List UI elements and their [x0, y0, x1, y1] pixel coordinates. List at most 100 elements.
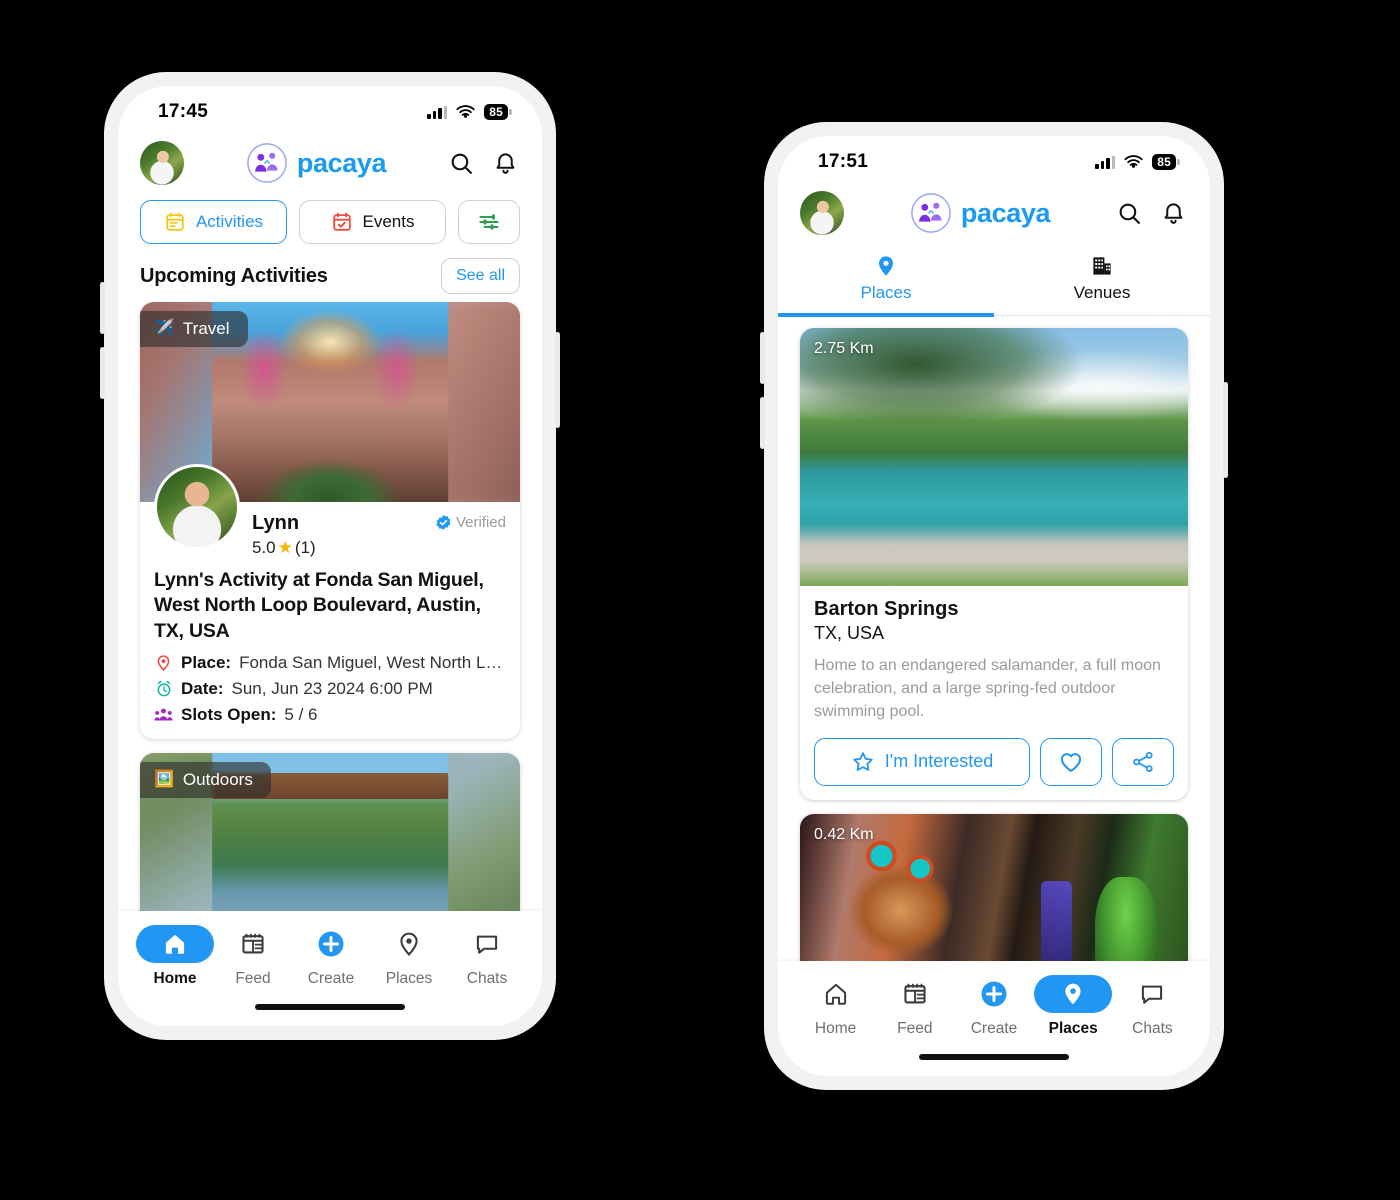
- nav-item-create[interactable]: Create: [292, 925, 370, 988]
- home-indicator[interactable]: [919, 1054, 1069, 1060]
- activity-category-label: Outdoors: [182, 770, 253, 790]
- activity-feed[interactable]: ✈️ Travel Lynn 5.0 ★ (1) Verified Lynn's…: [118, 302, 542, 911]
- chat-bubble-icon: [448, 925, 526, 963]
- activity-category-label: Travel: [182, 319, 230, 338]
- creature-shape: [1094, 876, 1157, 961]
- status-time: 17:45: [158, 101, 209, 122]
- activity-card[interactable]: ✈️ Travel Lynn 5.0 ★ (1) Verified Lynn's…: [140, 302, 520, 740]
- place-name: Barton Springs: [814, 598, 959, 620]
- rating-value: 5.0: [252, 538, 276, 557]
- picture-icon: 🖼️: [154, 771, 174, 789]
- places-feed[interactable]: 2.75 Km Barton Springs TX, USA Home to a…: [778, 316, 1210, 961]
- tab-places[interactable]: Places: [778, 244, 994, 315]
- brand-logo: pacaya: [854, 192, 1106, 234]
- home-indicator[interactable]: [255, 1004, 405, 1010]
- status-time: 17:51: [818, 151, 869, 172]
- bell-icon[interactable]: [492, 150, 518, 176]
- avatar[interactable]: [800, 191, 844, 235]
- cellular-signal-icon: [1095, 155, 1116, 169]
- star-outline-icon: [853, 751, 873, 771]
- phone-right-screen: 17:51 85 pacaya Places Venues 2.75 Km Ba…: [778, 136, 1210, 1076]
- place-distance-badge: 0.42 Km: [814, 825, 874, 843]
- nav-item-chats[interactable]: Chats: [1113, 975, 1192, 1038]
- brand-logo: pacaya: [194, 142, 438, 184]
- map-pin-icon: [879, 256, 893, 276]
- pacaya-logo-icon: [911, 193, 951, 233]
- nav-label-feed: Feed: [235, 970, 271, 987]
- activity-date-label: Date:: [181, 679, 224, 699]
- section-header: Upcoming Activities See all: [118, 252, 542, 302]
- nav-item-create[interactable]: Create: [954, 975, 1033, 1038]
- activity-date-row: Date: Sun, Jun 23 2024 6:00 PM: [154, 679, 506, 699]
- share-button[interactable]: [1112, 737, 1174, 786]
- activity-category-badge: 🖼️ Outdoors: [140, 762, 271, 799]
- nav-item-feed[interactable]: Feed: [214, 925, 292, 988]
- nav-item-chats[interactable]: Chats: [448, 925, 526, 988]
- page-title: Upcoming Activities: [140, 264, 328, 287]
- power-button[interactable]: [555, 332, 560, 428]
- filter-events-label: Events: [362, 212, 415, 231]
- activity-card[interactable]: 🖼️ Outdoors: [140, 753, 520, 911]
- phone-left: 17:45 85 pacaya Activities Events Upcomi…: [100, 72, 560, 1040]
- home-icon: [797, 975, 875, 1013]
- filter-settings-button[interactable]: [458, 200, 520, 244]
- filter-activities-button[interactable]: Activities: [140, 200, 287, 244]
- share-icon: [1133, 751, 1153, 772]
- activity-category-badge: ✈️ Travel: [140, 311, 248, 347]
- avatar[interactable]: [140, 141, 184, 185]
- filter-row: Activities Events: [118, 194, 542, 252]
- place-location: TX, USA: [814, 623, 885, 643]
- activity-title: Lynn's Activity at Fonda San Miguel, Wes…: [154, 569, 484, 642]
- feed-icon: [214, 925, 292, 963]
- app-header: pacaya: [118, 132, 542, 194]
- power-button[interactable]: [1223, 382, 1228, 478]
- place-card[interactable]: 0.42 Km: [800, 813, 1188, 961]
- volume-up-button[interactable]: [760, 332, 765, 384]
- nav-item-places[interactable]: Places: [370, 925, 448, 988]
- building-icon: [1093, 257, 1111, 275]
- volume-down-button[interactable]: [760, 397, 765, 449]
- place-card-body: Barton Springs TX, USA Home to an endang…: [800, 586, 1188, 800]
- bottom-navigation: Home Feed Create Places Chats: [118, 911, 542, 988]
- pacaya-logo-icon: [247, 143, 287, 183]
- poster-meta: Lynn 5.0 ★ (1): [252, 510, 423, 558]
- nav-item-home[interactable]: Home: [796, 975, 875, 1038]
- nav-label-home: Home: [814, 1020, 857, 1037]
- search-icon[interactable]: [1116, 200, 1142, 226]
- screenshot-stage: 17:45 85 pacaya Activities Events Upcomi…: [0, 0, 1400, 1200]
- search-icon[interactable]: [448, 150, 474, 176]
- wifi-icon: [456, 104, 475, 118]
- volume-down-button[interactable]: [100, 347, 105, 399]
- poster-avatar[interactable]: [154, 464, 240, 550]
- bell-icon[interactable]: [1160, 200, 1186, 226]
- nav-item-places[interactable]: Places: [1034, 975, 1113, 1038]
- filter-events-button[interactable]: Events: [299, 200, 446, 244]
- interested-button[interactable]: I'm Interested: [814, 737, 1030, 786]
- places-venues-tabs: Places Venues: [778, 244, 1210, 317]
- blue-light-shape: [1040, 880, 1072, 961]
- activity-slots-row: Slots Open: 5 / 6: [154, 705, 506, 725]
- place-actions: I'm Interested: [814, 737, 1174, 786]
- feed-icon: [876, 975, 954, 1013]
- volume-up-button[interactable]: [100, 282, 105, 334]
- nav-label-places: Places: [385, 970, 433, 987]
- verified-check-icon: [436, 515, 451, 530]
- bottom-navigation: Home Feed Create Places Chats: [778, 961, 1210, 1038]
- location-pin-icon: [154, 654, 173, 673]
- see-all-button[interactable]: See all: [441, 258, 520, 294]
- people-group-icon: [154, 706, 173, 725]
- calendar-check-red-icon: [332, 212, 351, 231]
- activity-poster-row: Lynn 5.0 ★ (1) Verified: [154, 464, 506, 558]
- home-icon: [136, 925, 214, 963]
- nav-label-home: Home: [153, 970, 197, 987]
- nav-item-feed[interactable]: Feed: [875, 975, 954, 1038]
- favorite-button[interactable]: [1040, 737, 1102, 786]
- phone-left-screen: 17:45 85 pacaya Activities Events Upcomi…: [118, 86, 542, 1026]
- star-icon: ★: [277, 538, 293, 557]
- tab-venues[interactable]: Venues: [994, 244, 1210, 315]
- map-pin-icon: [370, 925, 448, 963]
- nav-item-home[interactable]: Home: [136, 925, 214, 988]
- poster-rating: 5.0 ★ (1): [252, 538, 423, 558]
- place-card[interactable]: 2.75 Km Barton Springs TX, USA Home to a…: [800, 328, 1188, 800]
- activity-slots-value: 5 / 6: [284, 705, 318, 725]
